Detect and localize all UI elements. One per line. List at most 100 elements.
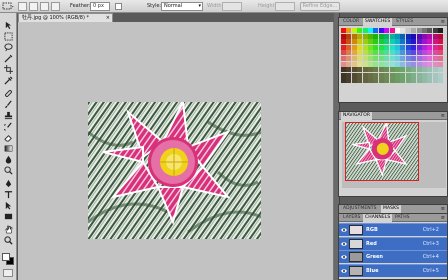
swatch[interactable] xyxy=(405,78,411,84)
type-tool[interactable] xyxy=(3,190,14,199)
swatch[interactable] xyxy=(400,28,406,33)
swatch[interactable] xyxy=(395,44,400,50)
swatch[interactable] xyxy=(351,67,357,73)
swatch[interactable] xyxy=(405,67,411,73)
swatch[interactable] xyxy=(362,50,368,56)
swatch[interactable] xyxy=(373,56,379,61)
swatch[interactable] xyxy=(427,33,433,39)
swatch[interactable] xyxy=(405,39,411,45)
swatch[interactable] xyxy=(362,44,368,50)
tab-masks[interactable]: MASKS xyxy=(381,205,402,213)
swatch[interactable] xyxy=(422,39,427,45)
height-input[interactable] xyxy=(275,2,295,11)
close-icon[interactable]: × xyxy=(106,14,110,22)
swatch[interactable] xyxy=(438,28,444,33)
swatch[interactable] xyxy=(438,72,444,78)
swatch[interactable] xyxy=(346,39,352,45)
swatch[interactable] xyxy=(389,39,395,45)
swatch[interactable] xyxy=(400,61,406,67)
swatch[interactable] xyxy=(405,44,411,50)
swatch[interactable] xyxy=(378,61,384,67)
swatch[interactable] xyxy=(422,72,427,78)
channel-row-blue[interactable]: Blue Ctrl+5 xyxy=(339,263,447,277)
lasso-tool[interactable] xyxy=(3,43,14,52)
swatch[interactable] xyxy=(357,50,363,56)
swatch[interactable] xyxy=(346,44,352,50)
channel-row-green[interactable]: Green Ctrl+4 xyxy=(339,250,447,263)
swatch[interactable] xyxy=(389,28,395,33)
swatch[interactable] xyxy=(346,28,352,33)
swatch[interactable] xyxy=(411,56,417,61)
eye-icon[interactable] xyxy=(341,254,347,260)
zoom-tool[interactable] xyxy=(3,236,14,245)
swatch[interactable] xyxy=(411,39,417,45)
swatch[interactable] xyxy=(351,72,357,78)
swatch[interactable] xyxy=(351,33,357,39)
swatch[interactable] xyxy=(378,56,384,61)
clone-stamp-tool[interactable] xyxy=(3,111,14,120)
swatch[interactable] xyxy=(411,72,417,78)
quick-select-tool[interactable] xyxy=(3,54,14,63)
add-to-selection-button[interactable] xyxy=(29,2,38,11)
swatch[interactable] xyxy=(341,39,346,45)
swatch[interactable] xyxy=(432,72,438,78)
panel-menu-icon[interactable]: ≡ xyxy=(441,112,445,120)
swatch[interactable] xyxy=(341,67,346,73)
swatch[interactable] xyxy=(427,56,433,61)
swatch[interactable] xyxy=(378,50,384,56)
swatch[interactable] xyxy=(341,72,346,78)
swatch[interactable] xyxy=(373,61,379,67)
swatch[interactable] xyxy=(416,72,422,78)
swatch[interactable] xyxy=(438,56,444,61)
subtract-from-selection-button[interactable] xyxy=(40,2,49,11)
swatch[interactable] xyxy=(341,78,346,84)
swatch[interactable] xyxy=(411,33,417,39)
marquee-tool[interactable] xyxy=(3,32,14,41)
swatch[interactable] xyxy=(422,78,427,84)
swatch[interactable] xyxy=(341,50,346,56)
swatch[interactable] xyxy=(432,28,438,33)
swatch[interactable] xyxy=(373,33,379,39)
swatch[interactable] xyxy=(422,50,427,56)
swatch[interactable] xyxy=(405,72,411,78)
swatch[interactable] xyxy=(389,56,395,61)
swatch[interactable] xyxy=(389,50,395,56)
swatch[interactable] xyxy=(346,56,352,61)
swatch[interactable] xyxy=(357,61,363,67)
swatch[interactable] xyxy=(395,78,400,84)
swatch[interactable] xyxy=(389,33,395,39)
swatch[interactable] xyxy=(368,78,373,84)
swatch[interactable] xyxy=(395,33,400,39)
width-input[interactable] xyxy=(222,2,242,11)
eraser-tool[interactable] xyxy=(3,133,14,142)
swatch[interactable] xyxy=(373,44,379,50)
swatch[interactable] xyxy=(357,56,363,61)
swatch[interactable] xyxy=(357,78,363,84)
swatch[interactable] xyxy=(411,61,417,67)
swatch[interactable] xyxy=(411,44,417,50)
swatch[interactable] xyxy=(411,28,417,33)
panel-menu-icon[interactable]: ≡ xyxy=(441,214,445,222)
swatch[interactable] xyxy=(368,72,373,78)
panel-menu-icon[interactable]: ≡ xyxy=(441,18,445,26)
swatch[interactable] xyxy=(395,39,400,45)
hand-tool[interactable] xyxy=(3,225,14,234)
eye-icon[interactable] xyxy=(341,241,347,247)
swatch[interactable] xyxy=(416,67,422,73)
document-image[interactable] xyxy=(88,102,261,239)
channel-row-rgb[interactable]: RGB Ctrl+2 xyxy=(339,223,447,236)
swatch[interactable] xyxy=(427,72,433,78)
swatch[interactable] xyxy=(395,67,400,73)
swatch[interactable] xyxy=(416,39,422,45)
swatch[interactable] xyxy=(357,67,363,73)
swatch[interactable] xyxy=(368,39,373,45)
swatch[interactable] xyxy=(427,44,433,50)
swatch[interactable] xyxy=(427,61,433,67)
swatch[interactable] xyxy=(378,72,384,78)
swatch[interactable] xyxy=(400,33,406,39)
swatch[interactable] xyxy=(373,72,379,78)
swatch[interactable] xyxy=(405,28,411,33)
swatch[interactable] xyxy=(389,44,395,50)
tab-layers[interactable]: LAYERS xyxy=(341,214,363,222)
document-tab[interactable]: 牡丹.jpg @ 100% (RGB/8) * × xyxy=(18,13,113,22)
